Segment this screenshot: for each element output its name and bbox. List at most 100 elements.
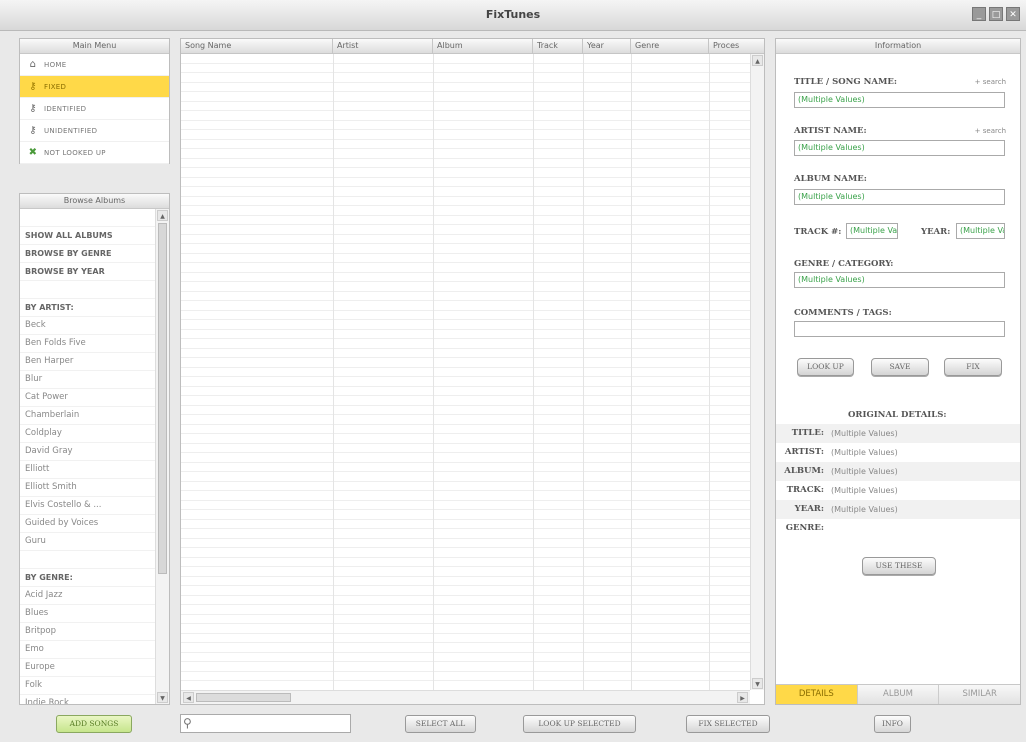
table-row[interactable] <box>181 111 750 121</box>
table-row[interactable] <box>181 349 750 358</box>
table-row[interactable] <box>181 206 750 216</box>
browse-item[interactable]: Cat Power <box>20 389 155 407</box>
column-song-name[interactable]: Song Name <box>181 39 333 53</box>
artist-search-link[interactable]: + search <box>975 127 1006 135</box>
table-row[interactable] <box>181 529 750 539</box>
browse-item[interactable]: Indie Rock <box>20 695 155 704</box>
column-genre[interactable]: Genre <box>631 39 709 53</box>
scroll-up-arrow-icon[interactable]: ▲ <box>157 210 168 221</box>
browse-item[interactable]: Emo <box>20 641 155 659</box>
table-row[interactable] <box>181 415 750 425</box>
horizontal-scroll-thumb[interactable] <box>196 693 291 702</box>
title-field[interactable]: (Multiple Values) <box>794 92 1005 108</box>
genre-field[interactable]: (Multiple Values) <box>794 272 1005 288</box>
table-row[interactable] <box>181 121 750 130</box>
browse-item[interactable]: Guided by Voices <box>20 515 155 533</box>
table-row[interactable] <box>181 159 750 168</box>
tab-album[interactable]: ALBUM <box>857 685 940 704</box>
browse-item[interactable]: Elliott Smith <box>20 479 155 497</box>
table-row[interactable] <box>181 444 750 453</box>
browse-item[interactable]: Beck <box>20 317 155 335</box>
scroll-down-arrow-icon[interactable]: ▼ <box>157 692 168 703</box>
browse-item[interactable]: Ben Harper <box>20 353 155 371</box>
table-row[interactable] <box>181 311 750 320</box>
scroll-down-arrow-icon[interactable]: ▼ <box>752 678 763 689</box>
maximize-button[interactable]: □ <box>989 7 1003 21</box>
scroll-up-arrow-icon[interactable]: ▲ <box>752 55 763 66</box>
browse-item[interactable]: Blues <box>20 605 155 623</box>
table-row[interactable] <box>181 73 750 83</box>
table-row[interactable] <box>181 491 750 501</box>
artist-field[interactable]: (Multiple Values) <box>794 140 1005 156</box>
search-input[interactable] <box>199 716 351 733</box>
table-row[interactable] <box>181 482 750 491</box>
table-row[interactable] <box>181 605 750 615</box>
album-field[interactable]: (Multiple Values) <box>794 189 1005 205</box>
browse-item[interactable]: Elliott <box>20 461 155 479</box>
table-row[interactable] <box>181 368 750 377</box>
select-all-button[interactable]: SELECT ALL <box>405 715 476 733</box>
table-row[interactable] <box>181 634 750 643</box>
browse-item[interactable]: Ben Folds Five <box>20 335 155 353</box>
table-row[interactable] <box>181 225 750 235</box>
menu-item-home[interactable]: ⌂ HOME <box>20 54 169 76</box>
table-row[interactable] <box>181 273 750 282</box>
table-row[interactable] <box>181 254 750 263</box>
table-row[interactable] <box>181 558 750 567</box>
browse-item[interactable]: David Gray <box>20 443 155 461</box>
browse-item[interactable]: BROWSE BY YEAR <box>20 263 155 281</box>
menu-item-unidentified[interactable]: ⚷ UNIDENTIFIED <box>20 120 169 142</box>
table-row[interactable] <box>181 358 750 368</box>
table-row[interactable] <box>181 235 750 244</box>
browse-scrollbar[interactable]: ▲ ▼ <box>155 209 169 704</box>
column-artist[interactable]: Artist <box>333 39 433 53</box>
table-row[interactable] <box>181 548 750 558</box>
comments-field[interactable] <box>794 321 1005 337</box>
table-row[interactable] <box>181 434 750 444</box>
scroll-right-arrow-icon[interactable]: ▶ <box>737 692 748 703</box>
table-row[interactable] <box>181 567 750 577</box>
table-row[interactable] <box>181 216 750 225</box>
table-row[interactable] <box>181 54 750 64</box>
table-row[interactable] <box>181 263 750 273</box>
table-row[interactable] <box>181 463 750 472</box>
table-row[interactable] <box>181 102 750 111</box>
column-album[interactable]: Album <box>433 39 533 53</box>
table-row[interactable] <box>181 301 750 311</box>
column-process[interactable]: Proces <box>709 39 764 53</box>
add-songs-button[interactable]: ADD SONGS <box>56 715 132 733</box>
table-row[interactable] <box>181 643 750 653</box>
table-row[interactable] <box>181 140 750 149</box>
track-field[interactable]: (Multiple Values) <box>846 223 898 239</box>
table-row[interactable] <box>181 292 750 301</box>
table-row[interactable] <box>181 197 750 206</box>
browse-item[interactable]: Europe <box>20 659 155 677</box>
table-row[interactable] <box>181 681 750 690</box>
table-row[interactable] <box>181 339 750 349</box>
tab-details[interactable]: DETAILS <box>776 685 858 704</box>
fix-selected-button[interactable]: FIX SELECTED <box>686 715 770 733</box>
table-row[interactable] <box>181 586 750 596</box>
table-row[interactable] <box>181 472 750 482</box>
table-row[interactable] <box>181 64 750 73</box>
menu-item-not-looked-up[interactable]: ✖ NOT LOOKED UP <box>20 142 169 164</box>
look-up-selected-button[interactable]: LOOK UP SELECTED <box>523 715 636 733</box>
menu-item-fixed[interactable]: ⚷ FIXED <box>20 76 169 98</box>
look-up-button[interactable]: LOOK UP <box>797 358 854 376</box>
save-button[interactable]: SAVE <box>871 358 929 376</box>
column-year[interactable]: Year <box>583 39 631 53</box>
table-row[interactable] <box>181 330 750 339</box>
table-row[interactable] <box>181 130 750 140</box>
table-row[interactable] <box>181 178 750 187</box>
menu-item-identified[interactable]: ⚷ IDENTIFIED <box>20 98 169 120</box>
table-body[interactable] <box>181 54 750 690</box>
column-track[interactable]: Track <box>533 39 583 53</box>
title-search-link[interactable]: + search <box>975 78 1006 86</box>
scroll-left-arrow-icon[interactable]: ◀ <box>183 692 194 703</box>
browse-item[interactable]: Britpop <box>20 623 155 641</box>
browse-item[interactable]: Blur <box>20 371 155 389</box>
table-row[interactable] <box>181 577 750 586</box>
browse-item[interactable]: Coldplay <box>20 425 155 443</box>
table-row[interactable] <box>181 387 750 396</box>
browse-item[interactable]: Elvis Costello & ... <box>20 497 155 515</box>
